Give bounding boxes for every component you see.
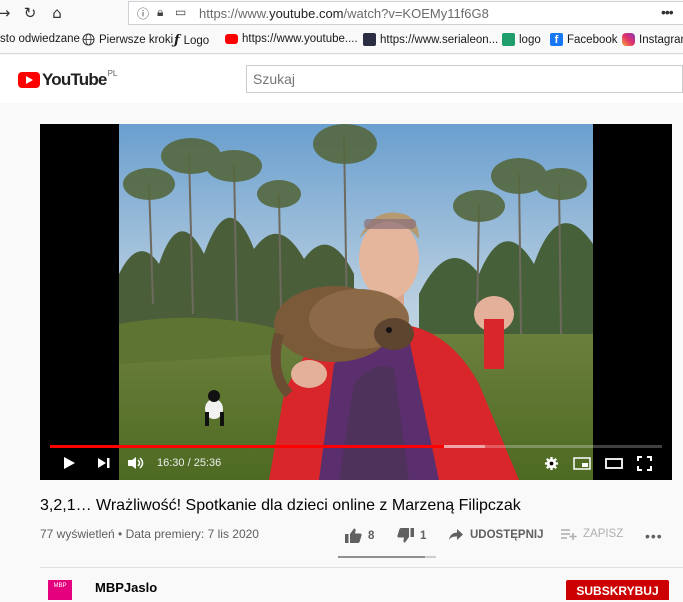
logo-text: YouTube	[42, 70, 107, 89]
permissions-icon[interactable]: ▭	[175, 5, 186, 19]
dislike-button[interactable]: 1	[397, 528, 426, 543]
channel-avatar[interactable]: MBP	[48, 580, 72, 600]
bookmark-label: Logo	[183, 34, 210, 47]
theater-mode-icon[interactable]	[605, 458, 623, 469]
browser-toolbar: → ↻ ⌂ ⓘ 🔒︎ ▭ https://www.youtube.com/wat…	[0, 0, 683, 26]
url-text[interactable]: https://www.youtube.com/watch?v=KOEMy11f…	[199, 6, 489, 21]
share-label: UDOSTĘPNIJ	[470, 528, 544, 541]
lock-icon[interactable]: 🔒︎	[157, 5, 163, 20]
fullscreen-icon[interactable]	[637, 456, 652, 471]
share-button[interactable]: UDOSTĘPNIJ	[448, 528, 544, 541]
video-player[interactable]: 16:30 / 25:36	[40, 124, 672, 480]
thumbs-up-icon	[345, 528, 362, 543]
logo-icon: ƒ	[174, 33, 180, 48]
bookmark-label: Instagram	[639, 33, 683, 46]
view-count: 77 wyświetleń	[40, 527, 115, 541]
youtube-play-icon	[18, 72, 40, 88]
address-bar[interactable]: ⓘ 🔒︎ ▭ https://www.youtube.com/watch?v=K…	[128, 1, 683, 25]
bookmark-first-steps[interactable]: Pierwsze kroki	[82, 33, 173, 46]
played-bar	[50, 445, 445, 448]
url-domain: youtube.com	[269, 6, 344, 21]
like-button[interactable]: 8	[345, 528, 374, 543]
bookmark-label: sto odwiedzane	[0, 33, 80, 45]
logo-green-icon	[502, 33, 515, 46]
video-meta: 77 wyświetleń • Data premiery: 7 lis 202…	[40, 527, 259, 541]
reload-icon[interactable]: ↻	[20, 3, 40, 23]
bookmark-facebook[interactable]: f Facebook	[550, 33, 618, 46]
bookmark-instagram[interactable]: Instagram	[622, 33, 683, 46]
bookmark-logo[interactable]: ƒ Logo	[174, 33, 209, 48]
bookmark-label: Facebook	[567, 33, 618, 46]
like-count: 8	[368, 529, 375, 542]
youtube-icon	[225, 34, 238, 44]
bookmark-serialeon[interactable]: https://www.serialeon...	[363, 33, 498, 46]
back-icon[interactable]: →	[0, 3, 14, 23]
page-actions-icon[interactable]: •••	[661, 4, 674, 20]
divider	[40, 567, 683, 568]
bookmark-logo-green[interactable]: logo	[502, 33, 541, 46]
like-dislike-ratio-bar	[338, 556, 436, 558]
facebook-icon: f	[550, 33, 563, 46]
bookmarks-bar: sto odwiedzane Pierwsze kroki ƒ Logo htt…	[0, 26, 683, 54]
settings-gear-icon[interactable]	[544, 456, 559, 471]
subscribe-button[interactable]: SUBSKRYBUJ	[566, 580, 669, 600]
bookmark-label: Pierwsze kroki	[99, 33, 174, 46]
instagram-icon	[622, 33, 635, 46]
bookmark-youtube[interactable]: https://www.youtube....	[225, 33, 358, 45]
url-path: /watch?v=KOEMy11f6G8	[343, 6, 489, 21]
info-icon[interactable]: ⓘ	[137, 5, 149, 22]
search-box[interactable]	[246, 65, 683, 93]
video-frame[interactable]	[119, 124, 593, 480]
bookmark-label: https://www.serialeon...	[380, 33, 499, 46]
time-display: 16:30 / 25:36	[157, 457, 222, 469]
url-prefix: https://www.	[199, 6, 270, 21]
play-icon[interactable]	[62, 456, 76, 470]
country-code: PL	[107, 68, 118, 78]
globe-icon	[82, 33, 95, 46]
channel-name[interactable]: MBPJaslo	[95, 580, 157, 595]
like-ratio-fill	[338, 556, 426, 558]
volume-icon[interactable]	[127, 456, 145, 470]
miniplayer-icon[interactable]	[573, 457, 591, 470]
video-thumbnail-scene	[119, 124, 593, 480]
share-arrow-icon	[449, 529, 463, 540]
bookmark-label: https://www.youtube....	[242, 33, 358, 45]
more-actions-icon[interactable]: •••	[645, 528, 663, 544]
youtube-logo[interactable]: YouTube PL	[18, 68, 118, 90]
search-input[interactable]	[247, 66, 682, 92]
video-title: 3,2,1… Wrażliwość! Spotkanie dla dzieci …	[40, 497, 521, 514]
progress-bar[interactable]	[50, 445, 662, 448]
youtube-header: YouTube PL	[0, 55, 683, 103]
next-icon[interactable]	[97, 457, 111, 469]
meta-separator: •	[114, 527, 126, 541]
save-label: ZAPISZ	[583, 528, 624, 540]
dislike-count: 1	[420, 529, 427, 542]
playlist-add-icon	[561, 529, 577, 540]
thumbs-down-icon	[397, 528, 414, 543]
premiere-date: Data premiery: 7 lis 2020	[125, 527, 259, 541]
serialeon-icon	[363, 33, 376, 46]
bookmark-most-visited[interactable]: sto odwiedzane	[0, 33, 80, 45]
save-button[interactable]: ZAPISZ	[561, 528, 623, 540]
bookmark-label: logo	[519, 33, 541, 46]
home-icon[interactable]: ⌂	[47, 3, 67, 23]
